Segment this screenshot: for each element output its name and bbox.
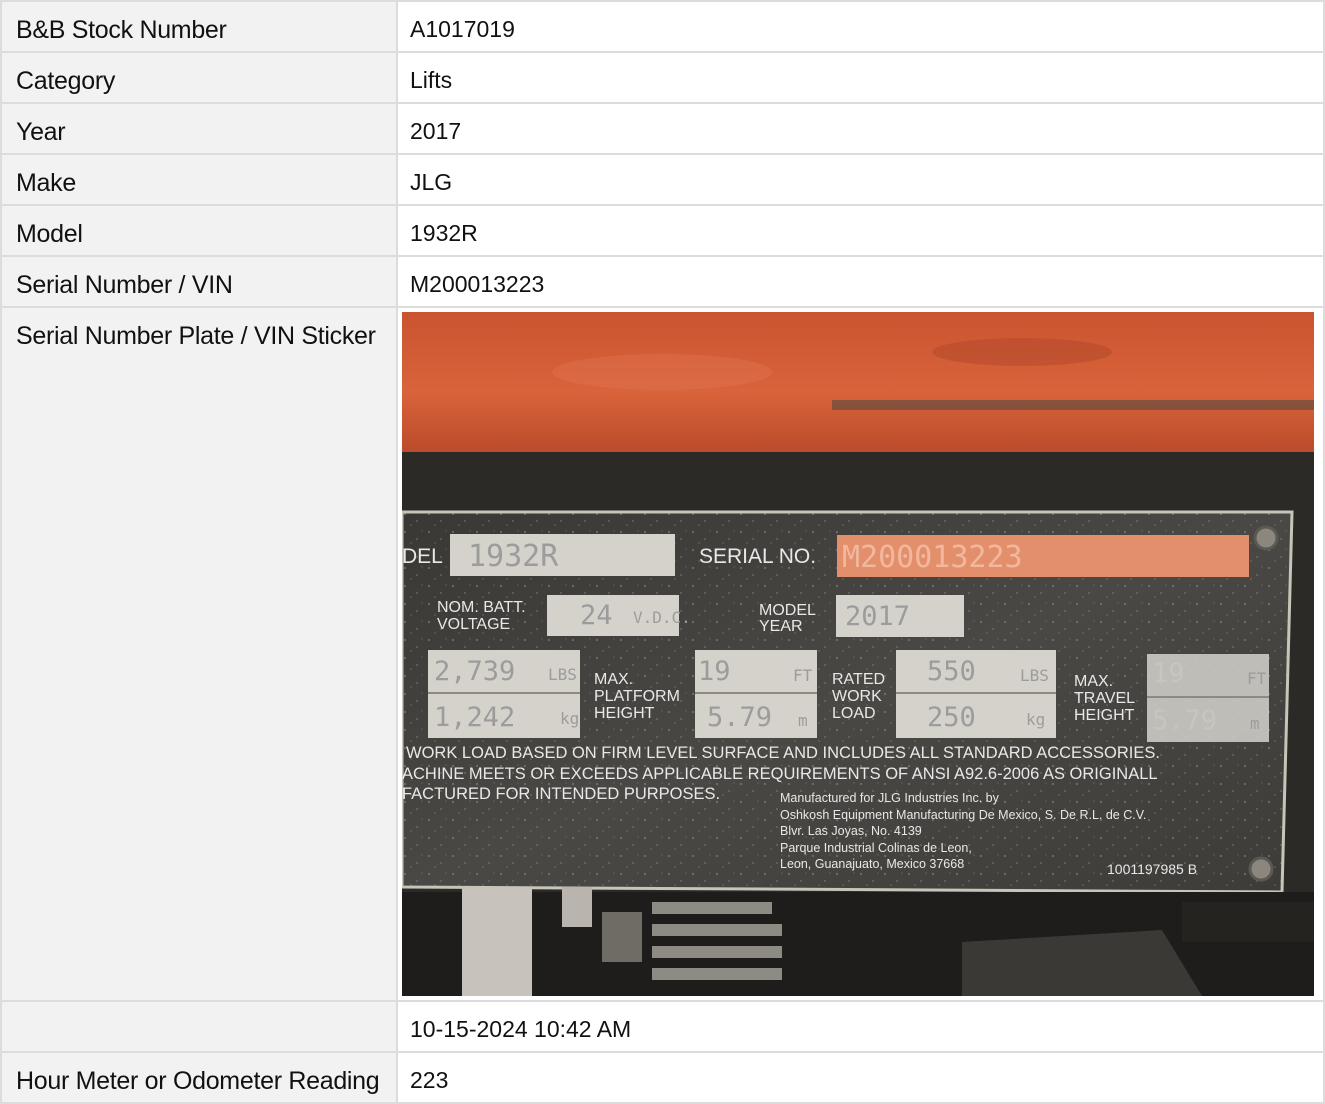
svg-text:VOLTAGE: VOLTAGE (437, 616, 510, 633)
svg-text:LBS: LBS (548, 665, 577, 684)
svg-text:m: m (1250, 714, 1260, 733)
svg-text:1932R: 1932R (468, 539, 559, 574)
model-label: Model (0, 204, 398, 257)
svg-text:TRAVEL: TRAVEL (1074, 690, 1135, 707)
svg-text:DEL: DEL (402, 545, 443, 568)
svg-text:RATED: RATED (832, 671, 885, 688)
svg-text:WORK: WORK (832, 688, 882, 705)
svg-text:HEIGHT: HEIGHT (1074, 707, 1135, 724)
stock-number-label: B&B Stock Number (0, 0, 398, 53)
table-row-hour-meter: Hour Meter or Odometer Reading 223 (0, 1051, 1325, 1104)
year-label: Year (0, 102, 398, 155)
svg-text:V.D.C.: V.D.C. (633, 608, 691, 627)
svg-text:5.79: 5.79 (1152, 705, 1217, 736)
svg-text:550: 550 (927, 656, 976, 687)
equipment-details-table: B&B Stock Number A1017019 Category Lifts… (0, 0, 1325, 1104)
table-row-timestamp: 10-15-2024 10:42 AM (0, 1000, 1325, 1053)
svg-text:2,739: 2,739 (434, 656, 515, 687)
svg-text:Blvr. Las Joyas, No. 4139: Blvr. Las Joyas, No. 4139 (780, 824, 922, 838)
timestamp-value: 10-15-2024 10:42 AM (396, 1000, 1325, 1053)
serial-plate-cell: DEL 1932R SERIAL NO. M200013223 NOM. BAT… (396, 306, 1325, 1002)
timestamp-label (0, 1000, 398, 1053)
svg-text:ACHINE MEETS OR EXCEEDS APPLIC: ACHINE MEETS OR EXCEEDS APPLICABLE REQUI… (402, 765, 1158, 783)
svg-text:M200013223: M200013223 (842, 540, 1023, 575)
serial-plate-photo[interactable]: DEL 1932R SERIAL NO. M200013223 NOM. BAT… (402, 312, 1314, 996)
svg-text:FT: FT (793, 666, 813, 685)
svg-text:MODEL: MODEL (759, 602, 816, 619)
svg-text:Manufactured for JLG Industrie: Manufactured for JLG Industries Inc. by (780, 791, 1000, 805)
svg-text:HEIGHT: HEIGHT (594, 705, 655, 722)
svg-text:250: 250 (927, 702, 976, 733)
table-row-serial: Serial Number / VIN M200013223 (0, 255, 1325, 308)
serial-number-value: M200013223 (396, 255, 1325, 308)
stock-number-value: A1017019 (396, 0, 1325, 53)
svg-text:WORK LOAD BASED ON FIRM LEVEL: WORK LOAD BASED ON FIRM LEVEL SURFACE AN… (406, 744, 1160, 762)
serial-number-label: Serial Number / VIN (0, 255, 398, 308)
lift-body (402, 312, 1314, 457)
svg-text:FACTURED FOR INTENDED PURPOSES: FACTURED FOR INTENDED PURPOSES. (402, 785, 720, 803)
hour-meter-value: 223 (396, 1051, 1325, 1104)
table-row-make: Make JLG (0, 153, 1325, 206)
svg-text:kg: kg (560, 709, 579, 728)
table-row-stock-number: B&B Stock Number A1017019 (0, 0, 1325, 53)
svg-text:NOM. BATT.: NOM. BATT. (437, 599, 526, 616)
svg-text:24: 24 (580, 600, 613, 631)
model-value: 1932R (396, 204, 1325, 257)
svg-text:SERIAL NO.: SERIAL NO. (699, 545, 816, 568)
svg-text:PLATFORM: PLATFORM (594, 688, 680, 705)
svg-text:2017: 2017 (845, 601, 910, 632)
svg-text:19: 19 (698, 656, 731, 687)
svg-text:FT: FT (1247, 669, 1267, 688)
make-label: Make (0, 153, 398, 206)
table-row-model: Model 1932R (0, 204, 1325, 257)
table-row-serial-plate: Serial Number Plate / VIN Sticker DEL 19… (0, 306, 1325, 1002)
category-value: Lifts (396, 51, 1325, 104)
svg-text:Oshkosh Equipment Manufacturin: Oshkosh Equipment Manufacturing De Mexic… (780, 808, 1146, 822)
table-row-year: Year 2017 (0, 102, 1325, 155)
svg-text:19: 19 (1152, 658, 1185, 689)
svg-text:Leon, Guanajuato, Mexico 37668: Leon, Guanajuato, Mexico 37668 (780, 857, 964, 871)
year-value: 2017 (396, 102, 1325, 155)
svg-text:m: m (798, 711, 808, 730)
svg-text:kg: kg (1026, 710, 1045, 729)
make-value: JLG (396, 153, 1325, 206)
svg-text:MAX.: MAX. (1074, 673, 1113, 690)
svg-text:YEAR: YEAR (759, 618, 803, 635)
category-label: Category (0, 51, 398, 104)
svg-text:MAX.: MAX. (594, 671, 633, 688)
svg-text:5.79: 5.79 (707, 702, 772, 733)
serial-plate-label: Serial Number Plate / VIN Sticker (0, 306, 398, 1002)
svg-text:1001197985 B: 1001197985 B (1107, 861, 1197, 877)
hour-meter-label: Hour Meter or Odometer Reading (0, 1051, 398, 1104)
svg-text:LBS: LBS (1020, 666, 1049, 685)
svg-text:1,242: 1,242 (434, 702, 515, 733)
table-row-category: Category Lifts (0, 51, 1325, 104)
svg-text:Parque Industrial Colinas de L: Parque Industrial Colinas de Leon, (780, 841, 972, 855)
svg-text:LOAD: LOAD (832, 705, 876, 722)
